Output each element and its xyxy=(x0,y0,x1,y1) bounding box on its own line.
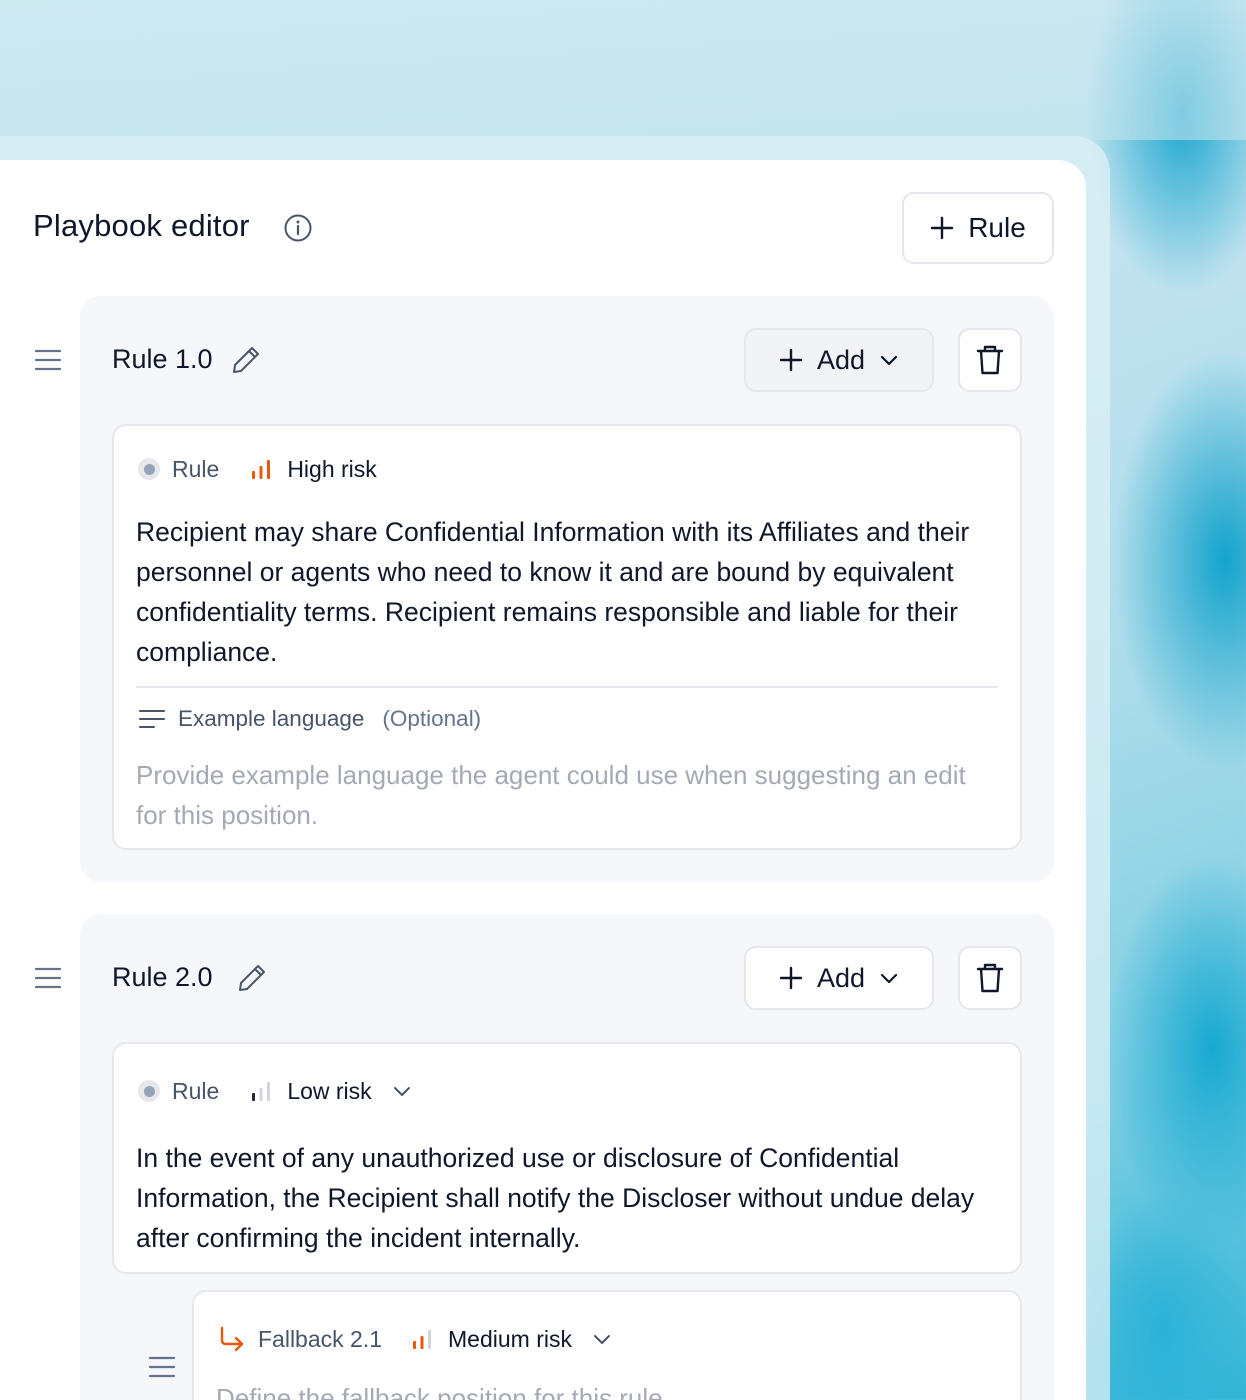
chevron-down-icon[interactable] xyxy=(392,1081,412,1101)
rule-title: Rule 1.0 xyxy=(112,344,213,374)
risk-level-dropdown[interactable]: Medium risk xyxy=(448,1326,572,1353)
add-rule-button[interactable]: Rule xyxy=(902,192,1054,264)
optional-label: (Optional) xyxy=(382,706,482,731)
rule-text[interactable]: Recipient may share Confidential Informa… xyxy=(136,512,1006,672)
drag-handle-icon[interactable] xyxy=(148,1355,176,1379)
risk-bars-icon xyxy=(413,1330,432,1349)
example-language-label: Example language xyxy=(178,706,365,731)
chevron-down-icon xyxy=(880,973,898,984)
delete-rule-button[interactable] xyxy=(958,328,1022,392)
plus-icon xyxy=(931,216,954,240)
rule-kind: Rule xyxy=(172,1077,220,1104)
fallback-arrow-icon xyxy=(220,1326,244,1352)
text-lines-icon xyxy=(139,710,165,728)
add-dropdown-button[interactable]: Add xyxy=(744,328,934,392)
rule-title: Rule 2.0 xyxy=(112,962,213,992)
example-language-header: Example language (Optional) xyxy=(138,706,481,732)
delete-rule-button[interactable] xyxy=(958,946,1022,1010)
rule-kind: Rule xyxy=(172,455,220,482)
background-foam xyxy=(0,0,1246,140)
fallback-input[interactable]: Define the fallback position for this ru… xyxy=(216,1378,996,1400)
chevron-down-icon[interactable] xyxy=(592,1329,612,1349)
add-rule-label: Rule xyxy=(968,212,1026,243)
divider xyxy=(136,686,998,688)
fallback-meta: Fallback 2.1 Medium risk xyxy=(218,1323,612,1355)
page-title: Playbook editor xyxy=(33,208,250,243)
rule-status-dot-icon xyxy=(138,458,160,480)
trash-icon xyxy=(976,345,1004,375)
rule-status-dot-icon xyxy=(138,1080,160,1102)
trash-icon xyxy=(976,963,1004,993)
rule-meta: Rule Low risk xyxy=(138,1075,412,1107)
risk-bars-icon xyxy=(252,460,271,479)
drag-handle-icon[interactable] xyxy=(34,966,62,990)
add-label: Add xyxy=(816,344,866,375)
pencil-icon[interactable] xyxy=(230,344,262,376)
rule-text[interactable]: In the event of any unauthorized use or … xyxy=(136,1138,1006,1258)
example-language-input[interactable]: Provide example language the agent could… xyxy=(136,755,996,835)
risk-level-dropdown[interactable]: Low risk xyxy=(287,1078,371,1105)
drag-handle-icon[interactable] xyxy=(34,348,62,372)
risk-level: High risk xyxy=(287,455,377,482)
info-icon[interactable] xyxy=(283,213,313,243)
rule-meta: Rule High risk xyxy=(138,453,377,485)
fallback-kind: Fallback 2.1 xyxy=(258,1325,383,1352)
chevron-down-icon xyxy=(880,355,898,366)
plus-icon xyxy=(779,966,803,990)
add-label: Add xyxy=(816,962,866,993)
add-dropdown-button[interactable]: Add xyxy=(744,946,934,1010)
plus-icon xyxy=(779,348,803,372)
risk-bars-icon xyxy=(252,1082,271,1101)
pencil-icon[interactable] xyxy=(236,962,268,994)
